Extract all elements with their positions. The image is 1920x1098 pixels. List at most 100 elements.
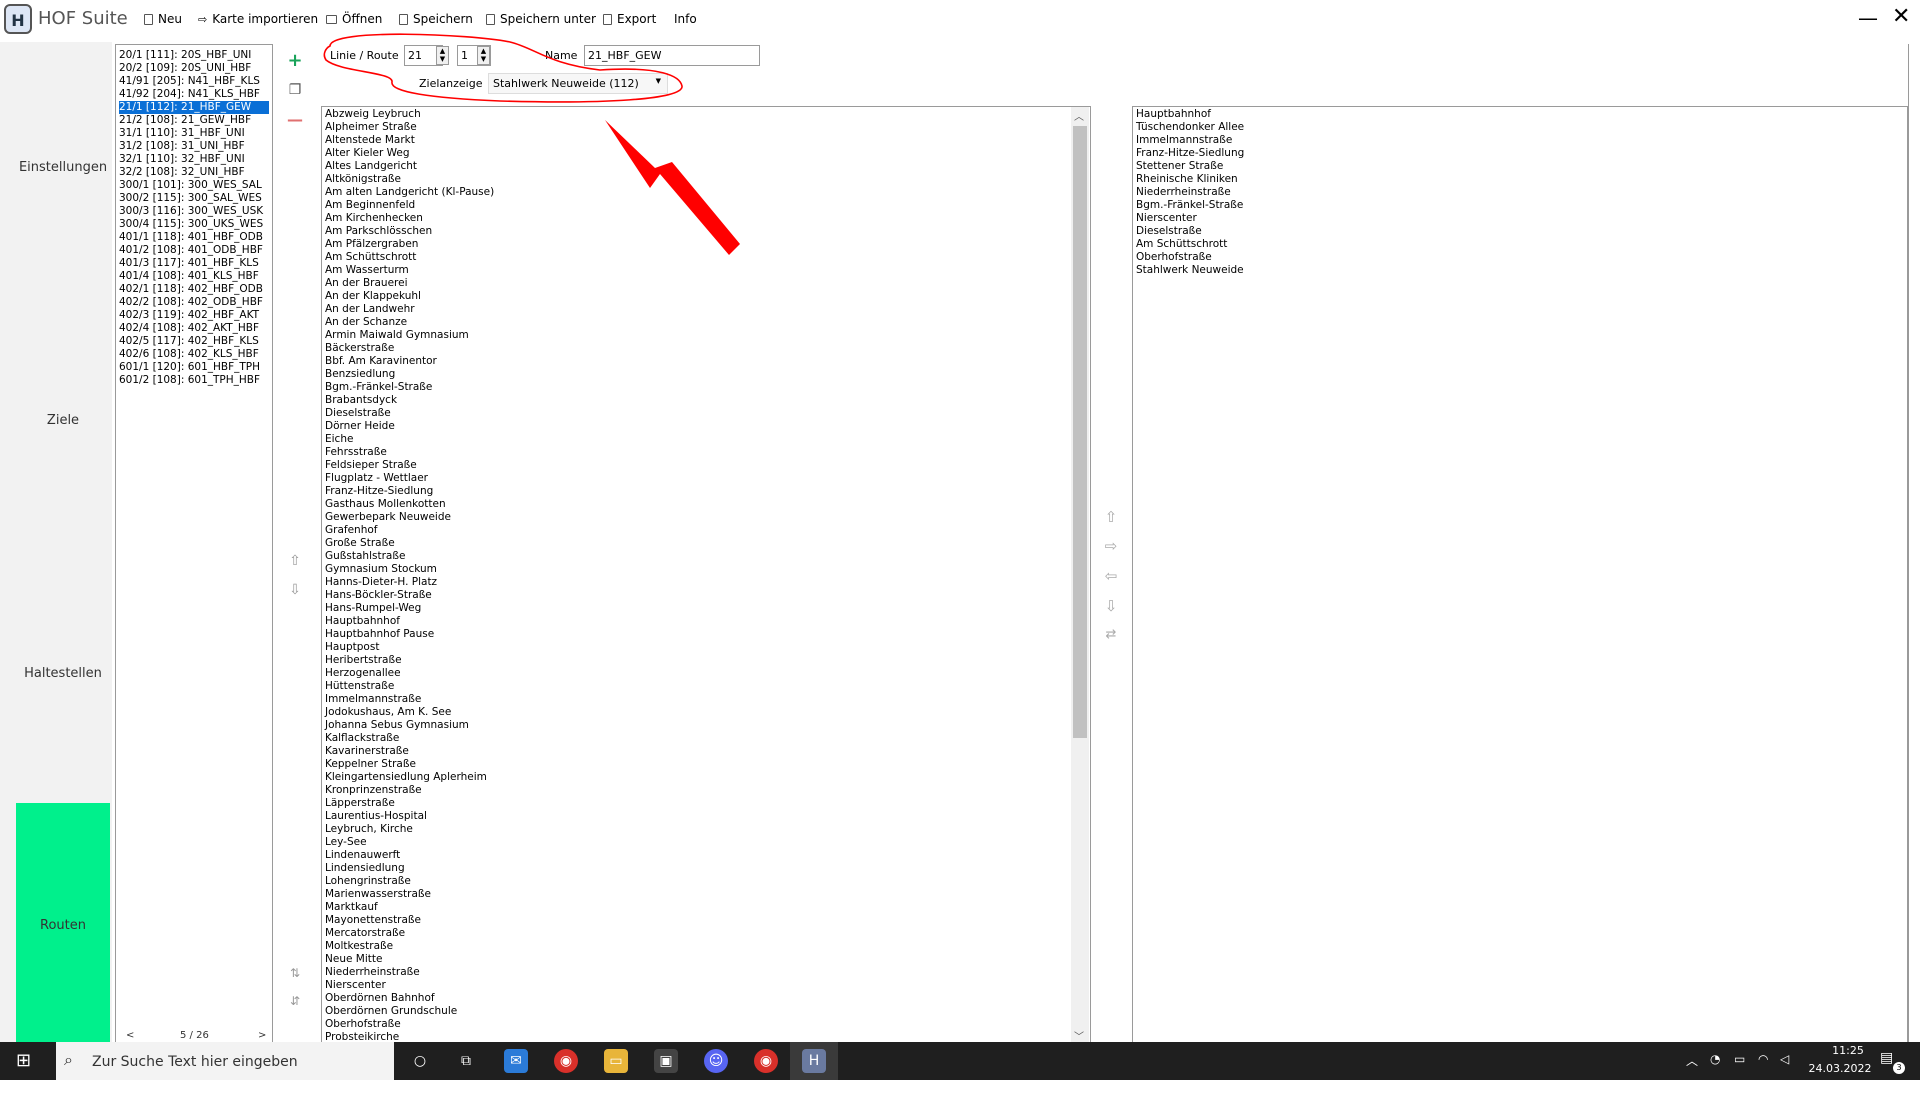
route-list-item[interactable]: 32/1 [110]: 32_HBF_UNI (119, 153, 269, 166)
route-list-item[interactable]: 300/1 [101]: 300_WES_SAL (119, 179, 269, 192)
stop-list-item[interactable]: Am Kirchenhecken (325, 212, 423, 225)
stop-list-item[interactable]: An der Brauerei (325, 277, 408, 290)
nav-haltestellen[interactable]: Haltestellen (16, 666, 110, 681)
stop-list-item[interactable]: An der Klappekuhl (325, 290, 421, 303)
menu-speichern[interactable]: Speichern (399, 12, 473, 26)
stop-list-item[interactable]: Kavarinerstraße (325, 745, 409, 758)
scroll-down-icon[interactable]: ﹀ (1074, 1028, 1084, 1043)
stop-list-item[interactable]: Mercatorstraße (325, 927, 405, 940)
stop-list-item[interactable]: Hans-Böckler-Straße (325, 589, 432, 602)
menu-oeffnen[interactable]: Öffnen (326, 12, 382, 26)
stop-list-item[interactable]: Hauptbahnhof Pause (325, 628, 434, 641)
linie-spinner[interactable]: ▲ ▼ (436, 46, 449, 65)
windows-start-icon[interactable]: ⊞ (16, 1050, 38, 1072)
stop-list-item[interactable]: Marktkauf (325, 901, 378, 914)
route-list-item[interactable]: 401/1 [118]: 401_HBF_ODB (119, 231, 269, 244)
chrome-icon[interactable]: ◉ (554, 1049, 578, 1073)
stop-list-item[interactable]: Gewerbepark Neuweide (325, 511, 451, 524)
zielanzeige-select[interactable]: Stahlwerk Neuweide (112) ▼ (488, 73, 668, 94)
name-input[interactable]: 21_HBF_GEW (584, 45, 760, 66)
stop-list-item[interactable]: Benzsiedlung (325, 368, 395, 381)
route-list-item[interactable]: 300/3 [116]: 300_WES_USK (119, 205, 269, 218)
route-stop-item[interactable]: Niederrheinstraße (1136, 186, 1231, 199)
volume-icon[interactable]: ◁ (1780, 1052, 1789, 1066)
stop-list-item[interactable]: Nierscenter (325, 979, 386, 992)
stop-list-item[interactable]: Kalflackstraße (325, 732, 399, 745)
route-list[interactable]: 20/1 [111]: 20S_HBF_UNI 20/2 [109]: 20S_U… (115, 44, 273, 1046)
stop-list-item[interactable]: Immelmannstraße (325, 693, 421, 706)
reverse-stops-icon[interactable]: ⇄ (1102, 627, 1120, 642)
stop-list-item[interactable]: Ley-See (325, 836, 367, 849)
menu-info[interactable]: Info (674, 12, 697, 26)
menu-karte-importieren[interactable]: ⇨ Karte importieren (198, 12, 318, 26)
route-list-item[interactable]: 402/5 [117]: 402_HBF_KLS (119, 335, 269, 348)
stop-list-item[interactable]: Dörner Heide (325, 420, 395, 433)
stop-list-item[interactable]: Alter Kieler Weg (325, 147, 410, 160)
route-list-item[interactable]: 21/2 [108]: 21_GEW_HBF (119, 114, 269, 127)
route-list-item[interactable]: 32/2 [108]: 32_UNI_HBF (119, 166, 269, 179)
minimize-button[interactable]: — (1858, 6, 1878, 30)
route-list-item[interactable]: 401/2 [108]: 401_ODB_HBF (119, 244, 269, 257)
stop-list-item[interactable]: Hanns-Dieter-H. Platz (325, 576, 437, 589)
route-list-item[interactable]: 601/1 [120]: 601_HBF_TPH (119, 361, 269, 374)
stop-list-item[interactable]: Bbf. Am Karavinentor (325, 355, 437, 368)
move-stop-up-icon[interactable]: ⇧ (1102, 508, 1120, 526)
stop-list-item[interactable]: Dieselstraße (325, 407, 391, 420)
route-spinner[interactable]: ▲ ▼ (477, 46, 490, 65)
stop-list-item[interactable]: Jodokushaus, Am K. See (325, 706, 451, 719)
route-stop-item[interactable]: Dieselstraße (1136, 225, 1202, 238)
tray-chevron-up-icon[interactable]: ︿ (1686, 1052, 1698, 1069)
stop-list-item[interactable]: Am Pfälzergraben (325, 238, 418, 251)
route-list-item[interactable]: 402/6 [108]: 402_KLS_HBF (119, 348, 269, 361)
route-stop-item[interactable]: Stettener Straße (1136, 160, 1223, 173)
route-list-item[interactable]: 601/2 [108]: 601_TPH_HBF (119, 374, 269, 387)
menu-neu[interactable]: Neu (144, 12, 182, 26)
store-icon[interactable]: ▣ (654, 1049, 678, 1073)
stop-list-item[interactable]: Flugplatz - Wettlaer (325, 472, 428, 485)
stop-list-item[interactable]: Lohengrinstraße (325, 875, 411, 888)
stop-list-item[interactable]: Franz-Hitze-Siedlung (325, 485, 433, 498)
stop-list-item[interactable]: Altes Landgericht (325, 160, 417, 173)
route-list-item[interactable]: 402/3 [119]: 402_HBF_AKT (119, 309, 269, 322)
scroll-up-icon[interactable]: ︿ (1074, 108, 1084, 123)
stop-list-item[interactable]: An der Schanze (325, 316, 407, 329)
stop-list-item[interactable]: Bgm.-Fränkel-Straße (325, 381, 432, 394)
route-list-item[interactable]: 300/2 [115]: 300_SAL_WES (119, 192, 269, 205)
remove-stop-left-icon[interactable]: ⇦ (1102, 567, 1120, 585)
stop-list-item[interactable]: An der Landwehr (325, 303, 415, 316)
route-list-item[interactable]: 401/3 [117]: 401_HBF_KLS (119, 257, 269, 270)
stop-list-item[interactable]: Hans-Rumpel-Weg (325, 602, 421, 615)
stop-list-item[interactable]: Hauptpost (325, 641, 379, 654)
route-stop-item[interactable]: Franz-Hitze-Siedlung (1136, 147, 1244, 160)
stop-list-item[interactable]: Hüttenstraße (325, 680, 394, 693)
route-stop-item[interactable]: Tüschendonker Allee (1136, 121, 1244, 134)
route-stop-item[interactable]: Immelmannstraße (1136, 134, 1232, 147)
move-stop-down-icon[interactable]: ⇩ (1102, 597, 1120, 615)
route-list-item[interactable]: 402/4 [108]: 402_AKT_HBF (119, 322, 269, 335)
route-list-item[interactable]: 31/1 [110]: 31_HBF_UNI (119, 127, 269, 140)
route-stop-item[interactable]: Am Schüttschrott (1136, 238, 1227, 251)
stop-list-item[interactable]: Laurentius-Hospital (325, 810, 427, 823)
stop-list-item[interactable]: Altkönigstraße (325, 173, 401, 186)
route-stop-item[interactable]: Oberhofstraße (1136, 251, 1212, 264)
stop-list-item[interactable]: Eiche (325, 433, 353, 446)
nav-einstellungen[interactable]: Einstellungen (16, 160, 110, 175)
pager-next-button[interactable]: > (258, 1030, 266, 1041)
stop-list-item[interactable]: Keppelner Straße (325, 758, 416, 771)
nav-ziele[interactable]: Ziele (16, 413, 110, 428)
stop-list-item[interactable]: Niederrheinstraße (325, 966, 420, 979)
chrome-profile-icon[interactable]: ◉ (754, 1049, 778, 1073)
discord-icon[interactable]: ☺ (704, 1049, 728, 1073)
sort-za-icon[interactable]: ⇵ (286, 994, 304, 1008)
stops-scrollbar-thumb[interactable] (1073, 126, 1087, 738)
menu-speichern-unter[interactable]: Speichern unter (486, 12, 596, 26)
route-list-item[interactable]: 20/2 [109]: 20S_UNI_HBF (119, 62, 269, 75)
stop-list-item[interactable]: Grafenhof (325, 524, 377, 537)
stop-list-item[interactable]: Am Parkschlösschen (325, 225, 432, 238)
stop-list-item[interactable]: Kleingartensiedlung Aplerheim (325, 771, 487, 784)
stop-list-item[interactable]: Alpheimer Straße (325, 121, 417, 134)
add-stop-right-icon[interactable]: ⇨ (1102, 537, 1120, 555)
stop-list-item[interactable]: Am Beginnenfeld (325, 199, 415, 212)
stop-list-item[interactable]: Heribertstraße (325, 654, 402, 667)
menu-export[interactable]: Export (603, 12, 656, 26)
